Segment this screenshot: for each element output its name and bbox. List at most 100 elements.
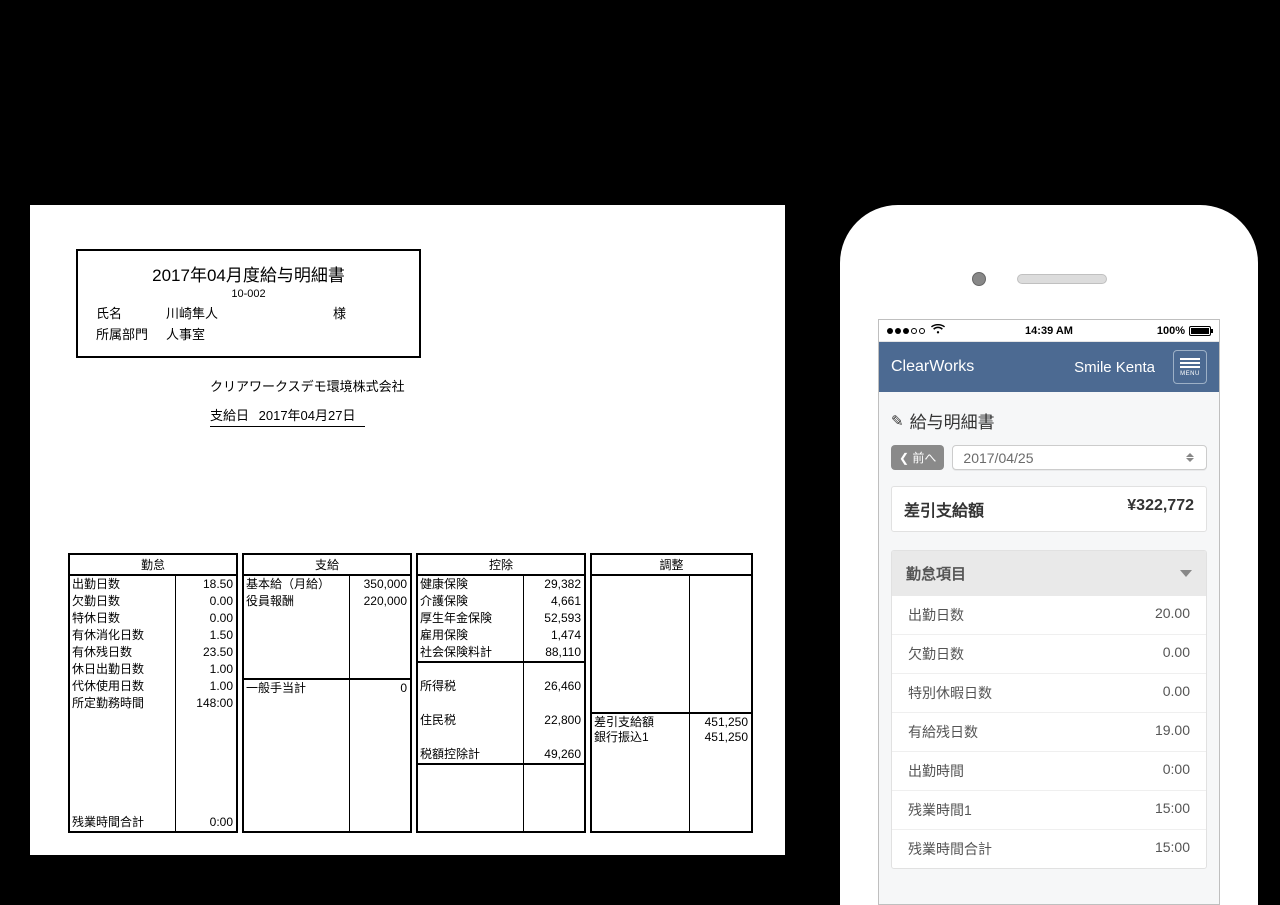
row-value: [176, 763, 236, 780]
row-label: 所定勤務時間: [70, 695, 176, 712]
date-select[interactable]: 2017/04/25: [952, 445, 1207, 470]
chevron-left-icon: ❮: [899, 451, 912, 465]
row-value: [350, 780, 410, 797]
net-pay-row: 差引支給額 ¥322,772: [891, 486, 1207, 532]
name-suffix: 様: [296, 304, 346, 325]
row-value: 88,110: [524, 644, 584, 661]
row-value: [690, 695, 751, 712]
item-label: 残業時間1: [908, 800, 972, 820]
section-header[interactable]: 勤怠項目: [892, 551, 1206, 596]
row-label: 差引支給額: [592, 714, 690, 729]
phone-speaker: [1017, 274, 1107, 284]
row-label: [418, 663, 524, 678]
table-row: [592, 746, 751, 763]
prev-label: 前へ: [912, 449, 936, 466]
table-row: 住民税22,800: [418, 712, 584, 729]
row-label: [592, 627, 690, 644]
table-row: [244, 627, 410, 644]
row-label: 役員報酬: [244, 593, 350, 610]
table-row: [418, 814, 584, 831]
row-value: [690, 678, 751, 695]
row-value: 0: [350, 680, 410, 695]
table-row: [418, 729, 584, 746]
table-row: 一般手当計0: [244, 678, 410, 695]
row-label: 特休日数: [70, 610, 176, 627]
kintai-section: 勤怠項目 出勤日数20.00欠勤日数0.00特別休暇日数0.00有給残日数19.…: [891, 550, 1207, 869]
table-row: [592, 678, 751, 695]
row-label: [244, 797, 350, 814]
table-row: [592, 610, 751, 627]
phone-mockup: 14:39 AM 100% ClearWorks Smile Kenta MEN…: [840, 205, 1258, 905]
row-value: [176, 746, 236, 763]
battery-pct: 100%: [1157, 325, 1185, 337]
table-row: 出勤日数18.50: [70, 576, 236, 593]
table-row: 役員報酬220,000: [244, 593, 410, 610]
table-row: [244, 729, 410, 746]
payslip-code: 10-002: [96, 288, 401, 300]
table-row: [592, 780, 751, 797]
table-row: 税額控除計49,260: [418, 746, 584, 763]
prev-button[interactable]: ❮ 前へ: [891, 445, 944, 470]
row-value: [524, 663, 584, 678]
table-row: 休日出勤日数1.00: [70, 661, 236, 678]
row-value: 350,000: [350, 576, 410, 593]
payday-label: 支給日: [210, 408, 249, 423]
row-value: [350, 695, 410, 712]
row-value: [690, 780, 751, 797]
row-value: 18.50: [176, 576, 236, 593]
row-label: 介護保険: [418, 593, 524, 610]
item-value: 0.00: [1163, 683, 1190, 703]
table-row: [418, 661, 584, 678]
name-value: 川崎隼人: [166, 304, 296, 325]
list-item: 有給残日数 19.00: [892, 712, 1206, 751]
row-value: 26,460: [524, 678, 584, 695]
row-label: 税額控除計: [418, 746, 524, 763]
row-label: 有休残日数: [70, 644, 176, 661]
status-bar: 14:39 AM 100%: [879, 320, 1219, 342]
app-header: ClearWorks Smile Kenta MENU: [879, 342, 1219, 392]
row-value: 1.00: [176, 661, 236, 678]
table-row: [244, 746, 410, 763]
table-row: [70, 780, 236, 797]
table-row: 社会保険料計88,110: [418, 644, 584, 661]
row-value: [690, 644, 751, 661]
table-row: [592, 627, 751, 644]
chevron-down-icon: [1180, 570, 1192, 577]
row-label: [592, 644, 690, 661]
row-value: 0:00: [176, 814, 236, 831]
row-label: [418, 814, 524, 831]
row-value: [690, 797, 751, 814]
select-stepper-icon: [1186, 453, 1196, 462]
payday-value: 2017年04月27日: [259, 408, 356, 423]
item-label: 有給残日数: [908, 722, 978, 742]
table-row: 厚生年金保険52,593: [418, 610, 584, 627]
table-row: 健康保険29,382: [418, 576, 584, 593]
payslip-title: 2017年04月度給与明細書: [96, 261, 401, 286]
row-value: 4,661: [524, 593, 584, 610]
row-label: 社会保険料計: [418, 644, 524, 661]
row-value: [350, 814, 410, 831]
table-row: [418, 780, 584, 797]
table-chosei: 調整 差引支給額451,250銀行振込1451,250: [590, 553, 753, 833]
row-value: 52,593: [524, 610, 584, 627]
item-label: 残業時間合計: [908, 839, 992, 859]
table-row: [70, 712, 236, 729]
row-value: [690, 661, 751, 678]
table-header-chosei: 調整: [592, 555, 751, 576]
row-value: 451,250: [690, 714, 751, 729]
row-value: 220,000: [350, 593, 410, 610]
row-label: [418, 780, 524, 797]
table-row: 代休使用日数1.00: [70, 678, 236, 695]
row-label: [592, 763, 690, 780]
row-label: [244, 746, 350, 763]
row-value: [524, 729, 584, 746]
table-kintai: 勤怠 出勤日数18.50欠勤日数0.00特休日数0.00有休消化日数1.50有休…: [68, 553, 238, 833]
row-value: 0.00: [176, 610, 236, 627]
menu-button[interactable]: MENU: [1173, 350, 1207, 384]
company-name: クリアワークスデモ環境株式会社: [210, 376, 755, 395]
item-value: 19.00: [1155, 722, 1190, 742]
list-item: 欠勤日数0.00: [892, 634, 1206, 673]
table-row: [244, 644, 410, 661]
row-label: [244, 814, 350, 831]
menu-label: MENU: [1180, 371, 1200, 377]
